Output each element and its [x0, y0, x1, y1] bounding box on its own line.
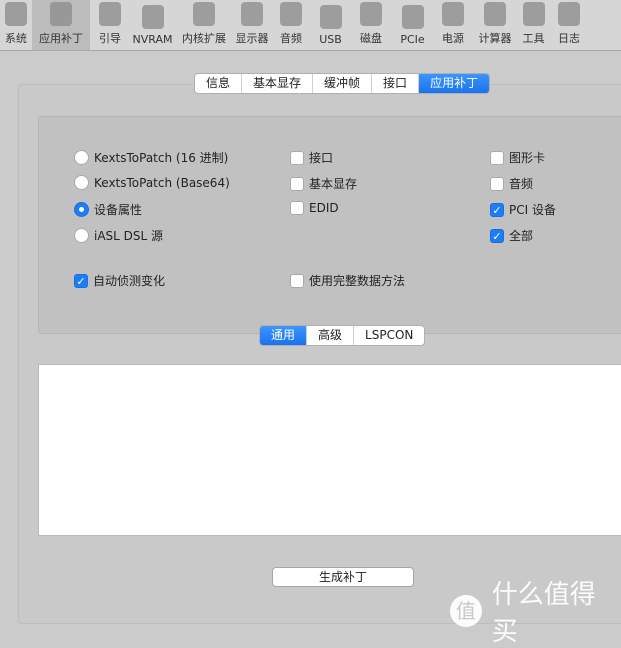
checkbox[interactable]: [490, 176, 504, 191]
memory-icon: [141, 5, 164, 29]
usb-icon: [319, 5, 342, 29]
toolbar-item-label: NVRAM: [132, 33, 173, 46]
checkbox-option[interactable]: 音频: [490, 175, 533, 192]
option-label: KextsToPatch (16 进制): [94, 151, 229, 165]
monitor-icon: [241, 2, 263, 26]
toolbar-item[interactable]: USB: [311, 0, 350, 50]
top-tabs: 信息 基本显存 缓冲帧 接口 应用补丁: [194, 73, 491, 94]
disk-icon: [360, 2, 382, 26]
option-label: 基本显存: [309, 177, 358, 191]
toolbar-item[interactable]: 计算器: [473, 0, 517, 50]
option-label: 图形卡: [509, 151, 546, 165]
output-textarea[interactable]: [38, 364, 621, 536]
checkbox[interactable]: [290, 201, 304, 215]
toolbar-item-label: 应用补丁: [39, 32, 83, 45]
option-label: 设备属性: [94, 203, 143, 217]
toolbar-item[interactable]: 电源: [433, 0, 473, 50]
toolbar-item[interactable]: 音频: [271, 0, 311, 50]
option-label: EDID: [309, 201, 339, 215]
pcie-icon: [401, 5, 424, 29]
checkbox-option[interactable]: 图形卡: [490, 149, 545, 166]
checkbox[interactable]: ✓: [490, 228, 504, 243]
sub-tabs: 通用 高级 LSPCON: [259, 325, 426, 346]
option-label: 使用完整数据方法: [309, 274, 406, 288]
toolbar-item-label: 电源: [442, 32, 464, 45]
toolbar-item-label: 引导: [99, 32, 121, 45]
bandage-icon: [50, 2, 72, 26]
toolbar-item-label: 磁盘: [360, 32, 382, 45]
lego-brick-icon: [193, 2, 215, 26]
toolbar-item-label: 工具: [522, 32, 545, 45]
radio-option[interactable]: iASL DSL 源: [74, 227, 163, 244]
speaker-icon: [280, 2, 302, 26]
generate-patch-button[interactable]: 生成补丁: [272, 567, 414, 587]
checkbox[interactable]: [290, 273, 304, 288]
radio-option[interactable]: KextsToPatch (16 进制): [74, 149, 228, 166]
option-label: PCI 设备: [509, 203, 556, 217]
radio-option[interactable]: KextsToPatch (Base64): [74, 175, 230, 190]
radio-button[interactable]: [74, 228, 89, 243]
watermark-text: 什么值得买: [491, 580, 596, 647]
toolbar-item-label: 日志: [558, 32, 580, 45]
option-label: KextsToPatch (Base64): [94, 175, 230, 190]
checkbox[interactable]: [290, 176, 304, 191]
toolbar-item[interactable]: 工具: [517, 0, 550, 50]
radio-button[interactable]: [74, 175, 89, 190]
tab[interactable]: 基本显存: [242, 74, 314, 93]
tab[interactable]: 缓冲帧: [313, 74, 373, 93]
checkbox[interactable]: [290, 150, 304, 165]
toolbar-item-label: 计算器: [478, 32, 512, 45]
toolbar-item-label: 系统: [5, 32, 27, 45]
toolbar-item-label: 显示器: [235, 32, 269, 45]
toolbar-item[interactable]: 显示器: [233, 0, 271, 50]
options-panel: KextsToPatch (16 进制) KextsToPatch (Base64…: [38, 116, 621, 334]
toolbar-item[interactable]: PCIe: [392, 0, 433, 50]
toolbar-item[interactable]: 系统: [0, 0, 32, 50]
toolbar-item-label: 音频: [280, 32, 302, 45]
checkbox-option[interactable]: EDID: [290, 201, 339, 215]
computer-icon: [5, 2, 27, 26]
tab[interactable]: 应用补丁: [419, 74, 490, 93]
checkbox-option[interactable]: ✓ 全部: [490, 227, 533, 244]
option-label: iASL DSL 源: [94, 229, 164, 243]
toolbar-item[interactable]: NVRAM: [130, 0, 175, 50]
log-icon: [558, 2, 580, 26]
option-label: 音频: [509, 177, 534, 191]
power-icon: [442, 2, 464, 26]
checkbox-option[interactable]: 接口: [290, 149, 333, 166]
toolbar-item[interactable]: 日志: [550, 0, 588, 50]
checkbox-option[interactable]: ✓ PCI 设备: [490, 201, 556, 218]
toolbar-item-label: PCIe: [400, 33, 425, 46]
radio-button[interactable]: [74, 150, 89, 165]
boot-icon: [99, 2, 121, 26]
radio-button[interactable]: [74, 202, 89, 217]
radio-option[interactable]: 设备属性: [74, 201, 142, 218]
toolbar-item[interactable]: 内核扩展: [175, 0, 233, 50]
option-label: 全部: [509, 229, 534, 243]
toolbar-item-label: USB: [319, 33, 342, 46]
option-label: 自动侦测变化: [93, 274, 166, 288]
tab[interactable]: 高级: [307, 326, 355, 345]
tab[interactable]: 信息: [195, 74, 243, 93]
toolbar-item-label: 内核扩展: [182, 32, 226, 45]
wrench-icon: [522, 2, 545, 26]
toolbar-item[interactable]: 引导: [90, 0, 130, 50]
checkbox[interactable]: ✓: [74, 273, 88, 288]
option-label: 接口: [309, 151, 334, 165]
tab[interactable]: 接口: [372, 74, 420, 93]
checkbox-option[interactable]: ✓ 自动侦测变化: [74, 272, 165, 289]
calculator-icon: [484, 2, 506, 26]
toolbar-item[interactable]: 应用补丁: [32, 0, 90, 50]
checkbox[interactable]: ✓: [490, 202, 504, 217]
tab[interactable]: 通用: [260, 326, 308, 345]
checkbox-option[interactable]: 基本显存: [290, 175, 357, 192]
checkbox[interactable]: [490, 150, 504, 165]
checkbox-option[interactable]: 使用完整数据方法: [290, 272, 405, 289]
watermark-logo: 值: [450, 595, 482, 627]
toolbar: 系统 应用补丁 引导 NVRAM 内核扩展 显示器 音频 USB 磁盘 PCIe 电源 计算器 工具 日志: [0, 0, 621, 51]
watermark: 值 什么值得买: [450, 574, 621, 648]
tab[interactable]: LSPCON: [354, 326, 424, 345]
toolbar-item[interactable]: 磁盘: [350, 0, 392, 50]
